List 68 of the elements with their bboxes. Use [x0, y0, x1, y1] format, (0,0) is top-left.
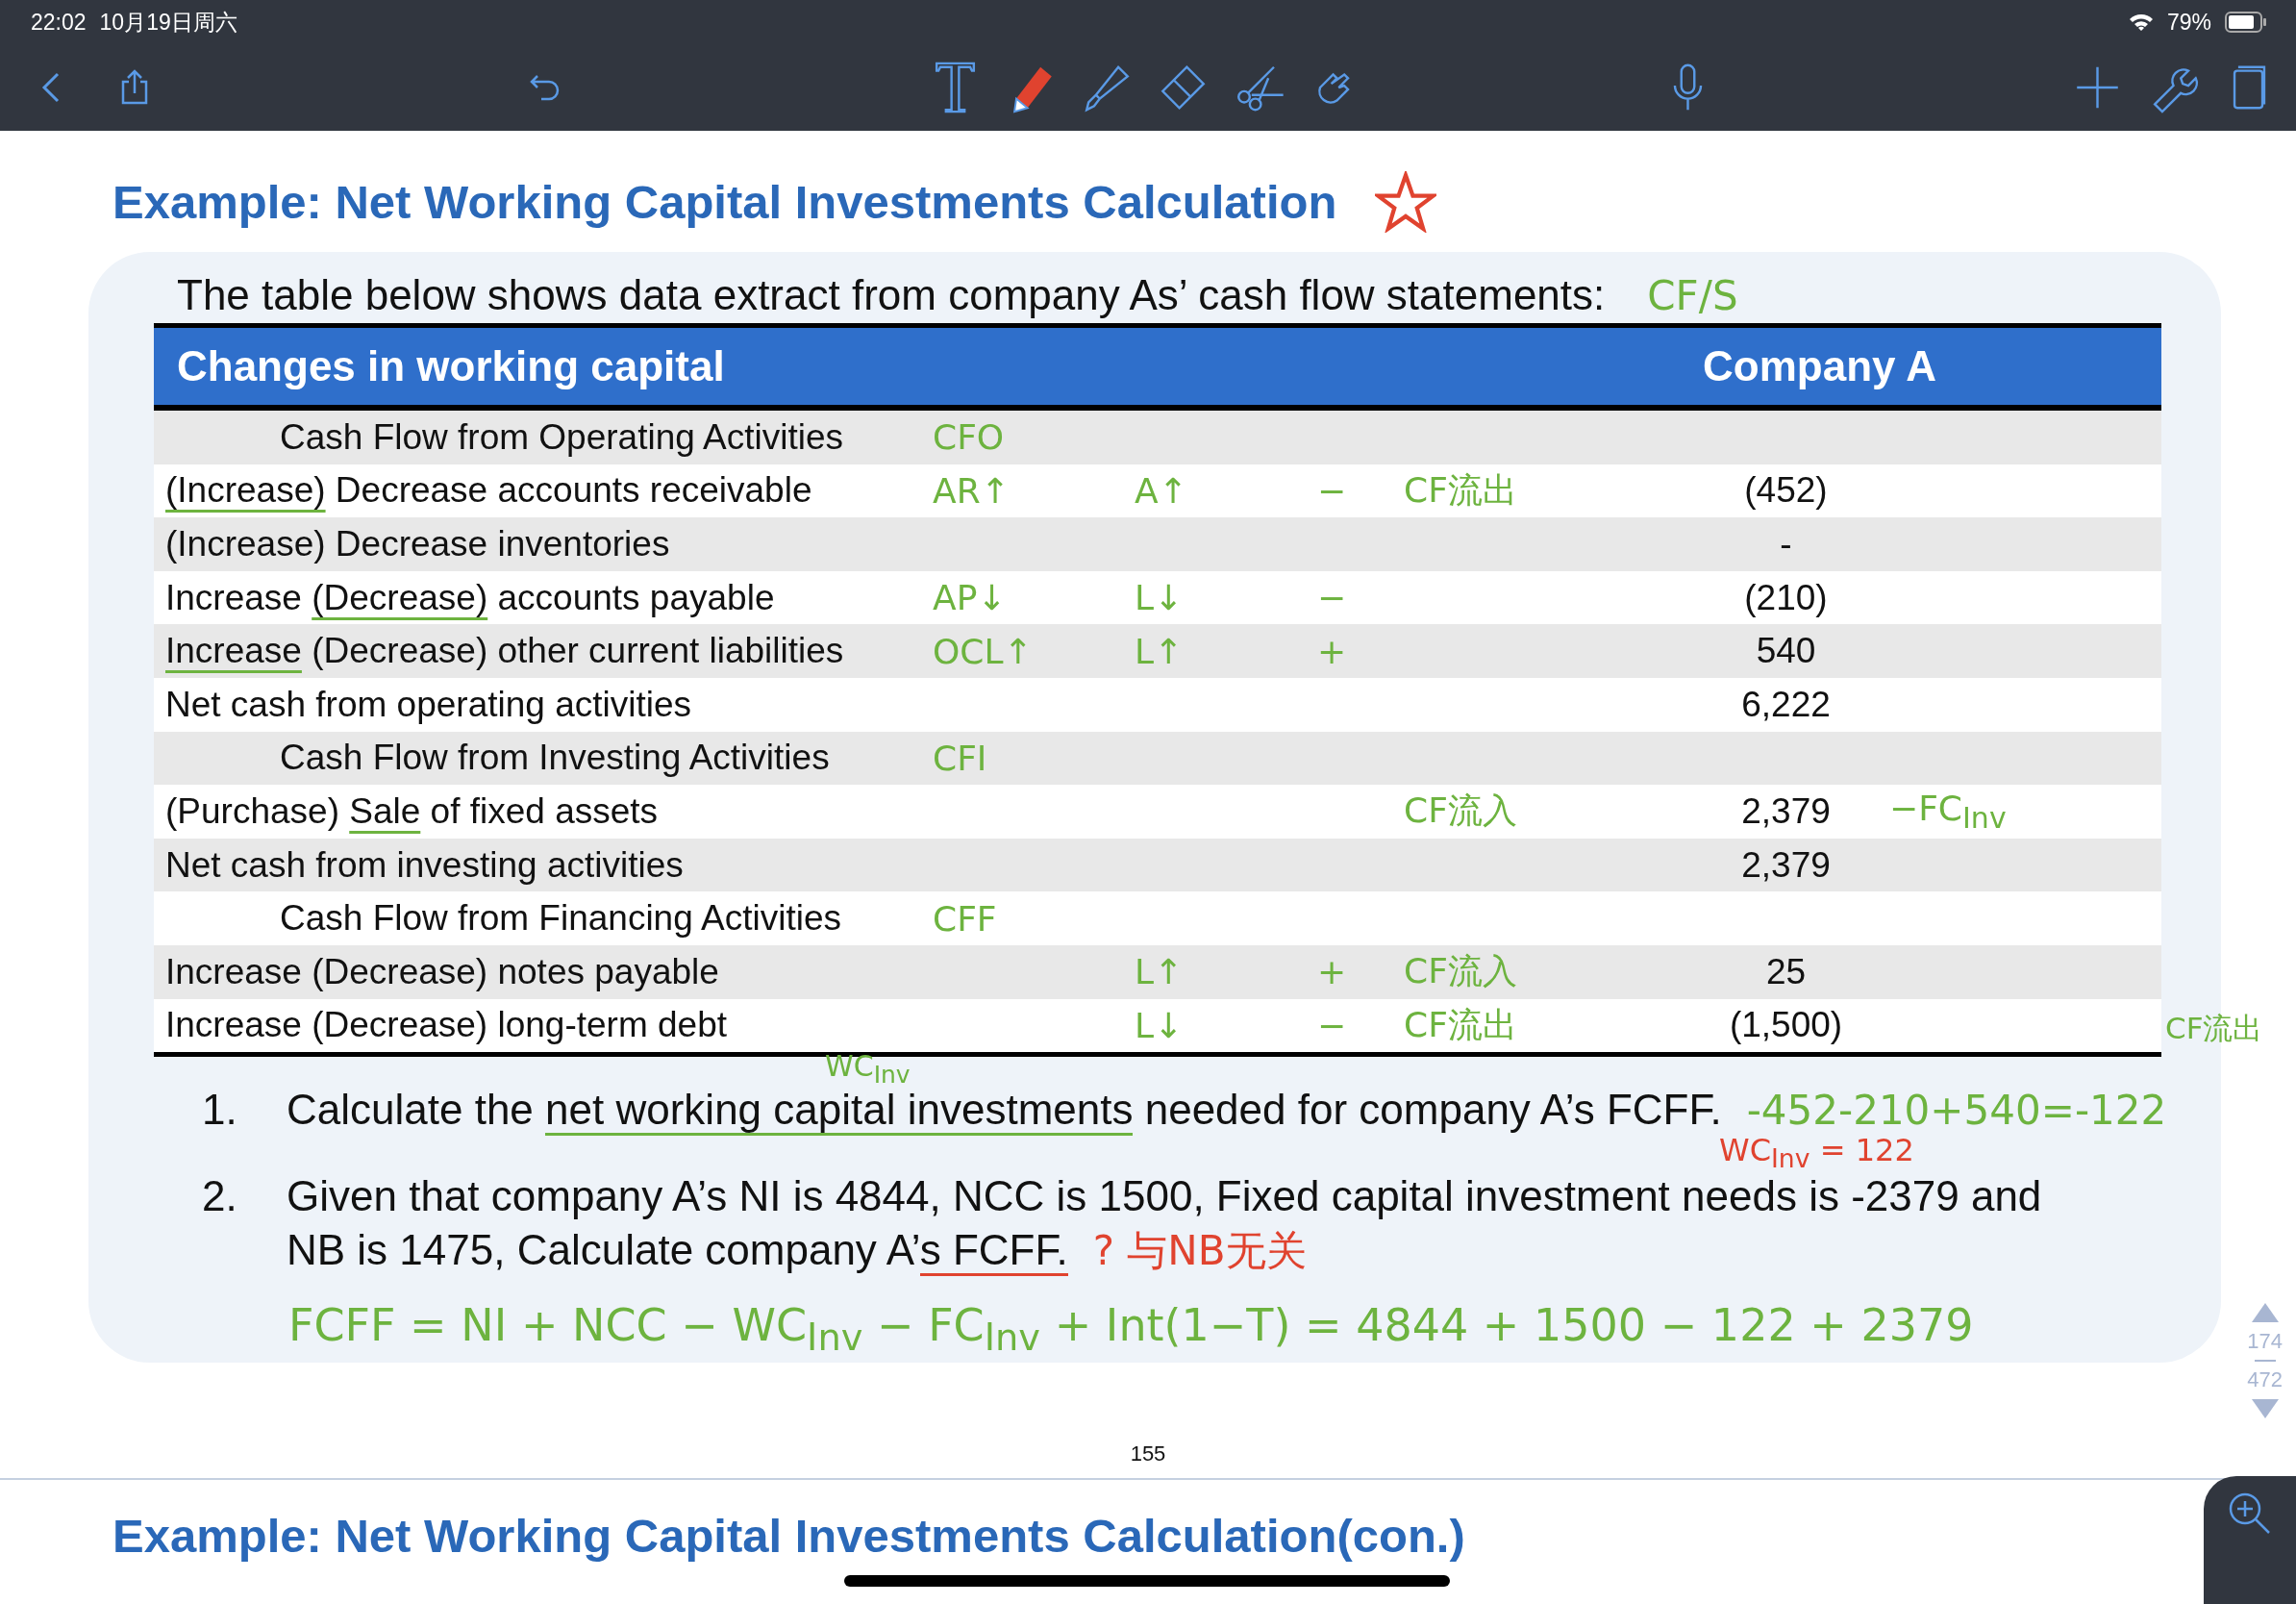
table-cell: 540	[1756, 631, 1816, 672]
battery-percent: 79%	[2166, 9, 2211, 36]
handwritten-note: CF流出	[1404, 468, 1517, 512]
handwritten-note: CF/S	[1647, 271, 1738, 319]
handwritten-note: +	[1317, 631, 1347, 671]
handwritten-note: AP↓	[933, 578, 1007, 618]
table-cell: 6,222	[1741, 684, 1831, 725]
row-label: Cash Flow from Operating Activities	[279, 416, 845, 458]
current-page: 174	[2247, 1329, 2283, 1354]
handwritten-note: −FC$_{Inv}$	[1889, 788, 2007, 836]
total-pages: 472	[2247, 1367, 2283, 1392]
handwritten-note: WC$_{Inv}$ = 122	[1719, 1132, 1914, 1174]
slide-title: Example: Net Working Capital Investments Calculation	[112, 175, 1337, 229]
handwritten-note: AR↑	[933, 470, 1010, 511]
question-text: NB is 1475, Calculate company A’s FCFF.	[287, 1226, 1068, 1275]
page-number: 155	[1130, 1441, 1166, 1466]
row-label: Increase (Decrease) notes payable	[164, 951, 720, 992]
row-label: Cash Flow from Financing Activities	[279, 898, 842, 940]
handwritten-note: CF流出	[1404, 1003, 1517, 1046]
table-cell: -	[1780, 524, 1792, 564]
intro-text: The table below shows data extract from company As’ cash flow statements:	[177, 271, 1606, 319]
handwritten-note: CFF	[933, 898, 997, 939]
handwritten-note: +	[1317, 952, 1347, 992]
handwritten-note: -452-210+540=-122	[1746, 1087, 2167, 1135]
table-cell: (210)	[1744, 577, 1828, 618]
handwritten-note: OCL↑	[933, 631, 1033, 671]
table-cell: (452)	[1744, 470, 1828, 512]
handwritten-note: L↓	[1135, 1005, 1184, 1045]
handwritten-note: L↑	[1135, 952, 1184, 992]
handwritten-note: CF流出	[2165, 1009, 2263, 1047]
handwritten-note: −	[1317, 1005, 1347, 1045]
star-icon	[1375, 171, 1437, 233]
row-label: Net cash from operating activities	[164, 684, 692, 725]
question-number: 1.	[202, 1086, 237, 1135]
date: 10月19日周六	[99, 8, 237, 37]
zoom-button[interactable]	[2204, 1476, 2296, 1604]
row-label: Increase (Decrease) long-term debt	[164, 1005, 729, 1046]
handwritten-note: −	[1317, 470, 1347, 511]
row-label: (Increase) Decrease inventories	[164, 524, 671, 564]
handwritten-note: ? 与NB无关	[1092, 1226, 1307, 1277]
row-label: Net cash from investing activities	[164, 844, 685, 886]
row-label: Increase (Decrease) accounts payable	[164, 577, 776, 618]
handwritten-note: CF流入	[1404, 950, 1517, 993]
table-cell: (1,500)	[1729, 1005, 1843, 1046]
row-label: Cash Flow from Investing Activities	[279, 738, 831, 779]
table-cell: 2,379	[1741, 790, 1831, 832]
zoom-in-icon	[2228, 1491, 2272, 1536]
handwritten-note: L↓	[1135, 578, 1184, 618]
question-number: 2.	[202, 1172, 237, 1222]
table-cell: 25	[1765, 951, 1807, 992]
row-label: (Purchase) Sale of fixed assets	[164, 790, 660, 832]
handwritten-note: CFO	[933, 417, 1005, 458]
question-text: Given that company A’s NI is 4844, NCC is 1500, Fixed capital investment needs is -2379 and	[287, 1172, 2042, 1221]
wifi-icon	[2128, 13, 2154, 32]
clock: 22:02	[31, 9, 87, 36]
handwritten-note: L↑	[1135, 631, 1184, 671]
handwritten-note: −	[1317, 578, 1347, 618]
handwritten-note: CFI	[933, 738, 987, 778]
row-label: Increase (Decrease) other current liabilities	[164, 631, 845, 672]
handwritten-note: A↑	[1135, 470, 1187, 511]
column-header: Changes in working capital	[176, 342, 726, 390]
handwritten-formula: FCFF = NI + NCC − WC$_{Inv}$ − FC$_{Inv}$ + Int(1−T) = 4844 + 1500 − 122 + 2379	[288, 1299, 1975, 1360]
row-label: (Increase) Decrease accounts receivable	[164, 470, 813, 512]
handwritten-note: CF流入	[1404, 789, 1517, 833]
column-header: Company A	[1702, 342, 1937, 390]
slide-title: Example: Net Working Capital Investments Calculation(con.)	[112, 1510, 1465, 1562]
table-cell: 2,379	[1741, 844, 1831, 886]
battery-icon	[2225, 12, 2267, 33]
